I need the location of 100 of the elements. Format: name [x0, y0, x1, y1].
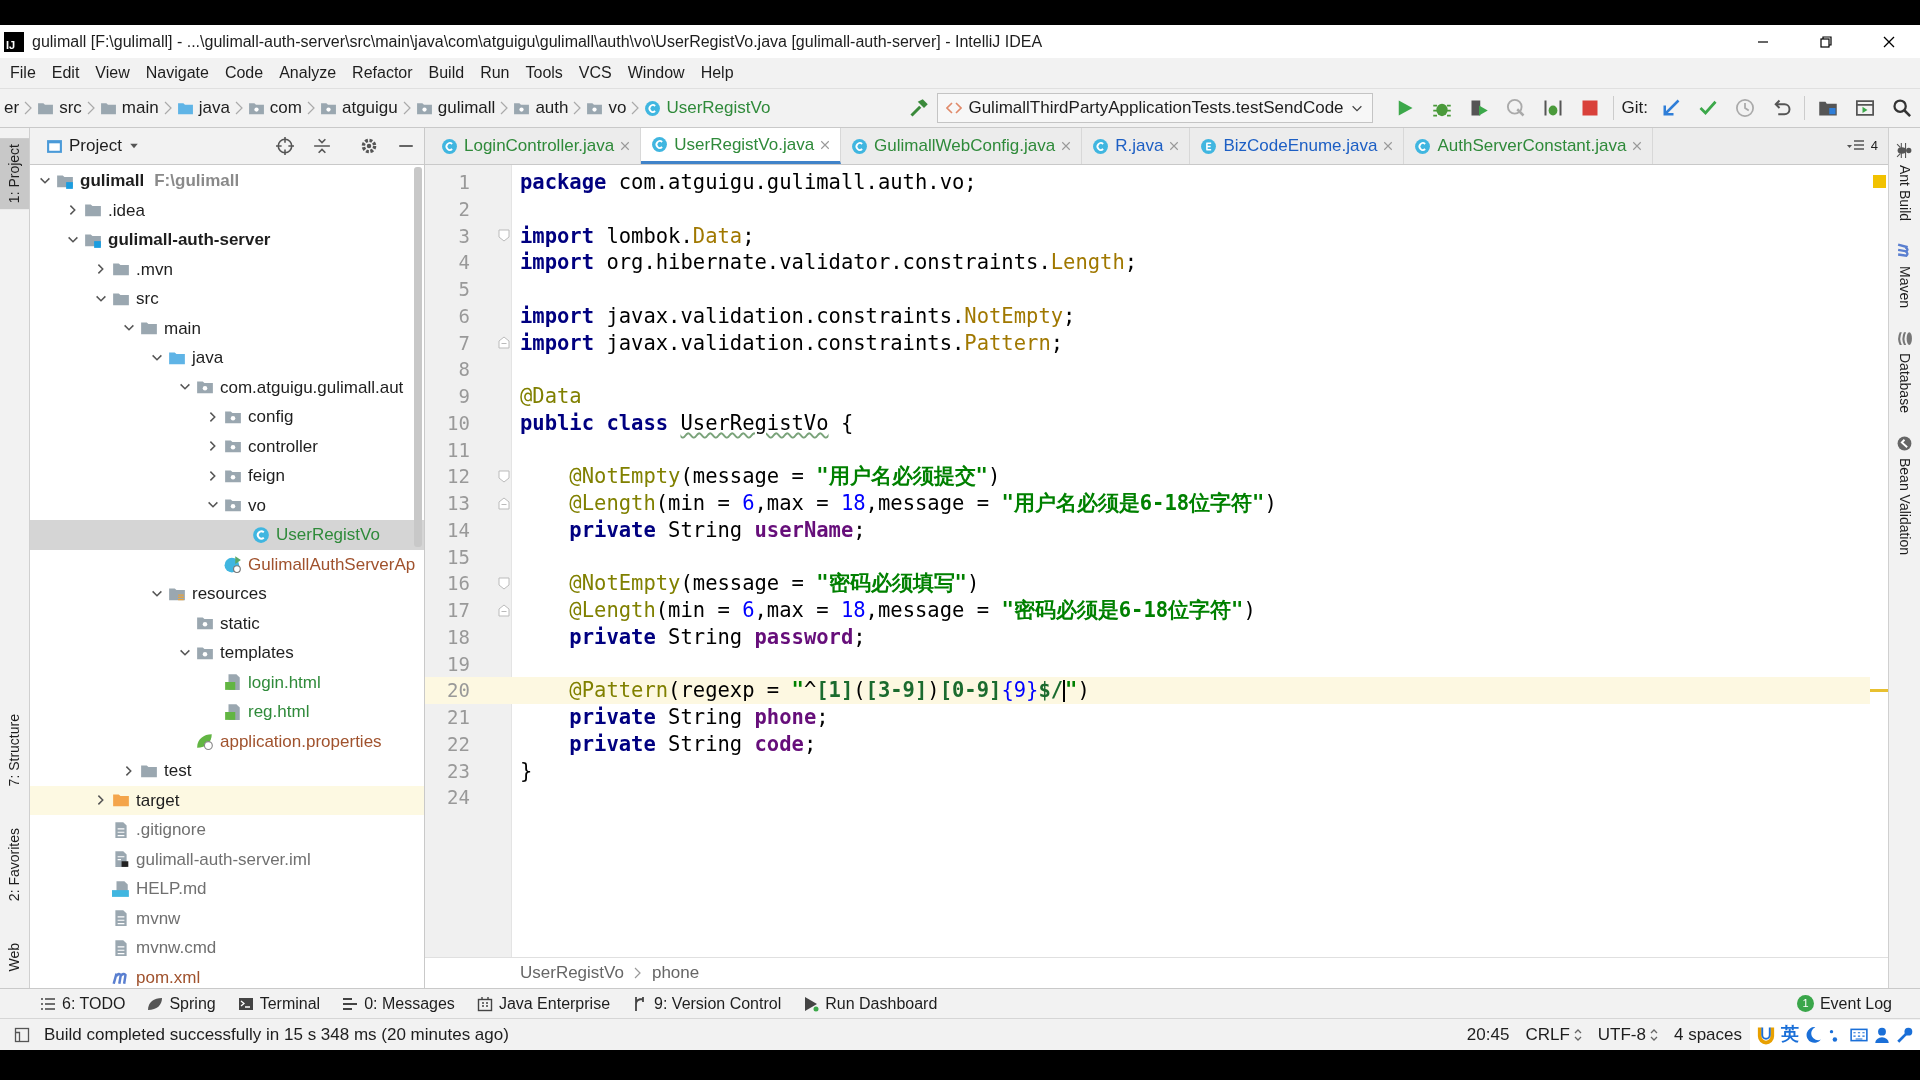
status-widget[interactable]: UTF-8: [1589, 1021, 1666, 1048]
menu-item[interactable]: Navigate: [137, 61, 217, 85]
tool-window-tab[interactable]: Bean Validation: [1894, 435, 1915, 556]
editor-tab[interactable]: AuthServerConstant.java: [1404, 128, 1654, 164]
attach-icon[interactable]: [1543, 98, 1564, 118]
tool-window-tab[interactable]: 7: Structure: [0, 707, 29, 793]
tree-item[interactable]: login.html: [30, 667, 424, 697]
editor-tab[interactable]: BizCodeEnume.java: [1190, 128, 1405, 164]
menu-item[interactable]: View: [87, 61, 138, 85]
panel-toggle-icon[interactable]: [14, 1026, 30, 1043]
tree-item[interactable]: feign: [30, 461, 424, 491]
checkmark-icon[interactable]: [1697, 98, 1718, 118]
breadcrumb-item[interactable]: UserRegistVo: [520, 960, 624, 986]
status-widget[interactable]: 20:45: [1458, 1021, 1518, 1048]
collapse-icon[interactable]: [312, 137, 331, 155]
tree-item[interactable]: resources: [30, 579, 424, 609]
tool-window-tab[interactable]: Ant Build: [1894, 142, 1915, 222]
editor-tab[interactable]: GulimallWebConfig.java: [841, 128, 1083, 164]
tree-item[interactable]: gulimall F:\gulimall: [30, 166, 424, 196]
tree-item[interactable]: static: [30, 608, 424, 638]
person-icon[interactable]: [1873, 1025, 1891, 1044]
tree-item[interactable]: com.atguigu.gulimall.aut: [30, 372, 424, 402]
tool-window-tab[interactable]: 1: Project: [0, 138, 29, 210]
tree-item[interactable]: mvnw: [30, 903, 424, 933]
tree-item[interactable]: test: [30, 756, 424, 786]
breadcrumb-item[interactable]: main: [95, 95, 163, 121]
tool-window-button[interactable]: Java Enterprise: [476, 991, 611, 1016]
menu-item[interactable]: VCS: [570, 61, 620, 85]
tool-window-tab[interactable]: 2: Favorites: [0, 822, 29, 908]
warning-marker[interactable]: [1873, 175, 1886, 188]
menu-item[interactable]: Tools: [517, 61, 571, 85]
menu-item[interactable]: File: [2, 61, 44, 85]
breadcrumb-item[interactable]: UserRegistVo: [640, 95, 775, 121]
breadcrumb-item[interactable]: phone: [651, 960, 700, 986]
tool-window-tab[interactable]: Maven: [1894, 243, 1915, 309]
breadcrumb-item[interactable]: gulimall: [411, 95, 500, 121]
tree-item[interactable]: application.properties: [30, 726, 424, 756]
tool-window-button[interactable]: 9: Version Control: [632, 991, 782, 1016]
tool-window-button[interactable]: 0: Messages: [342, 991, 455, 1016]
tree-item[interactable]: .gitignore: [30, 815, 424, 845]
tree-item[interactable]: mvnw.cmd: [30, 933, 424, 963]
tab-list-button[interactable]: 4: [1836, 128, 1888, 164]
tool-window-tab[interactable]: Web: [0, 937, 29, 978]
editor-tab[interactable]: R.java: [1082, 128, 1191, 164]
tree-item[interactable]: .mvn: [30, 254, 424, 284]
panel-title-dropdown[interactable]: Project: [42, 133, 144, 159]
tool-window-button[interactable]: 6: TODO: [40, 991, 126, 1016]
tree-item[interactable]: java: [30, 343, 424, 373]
tree-item[interactable]: pom.xml: [30, 962, 424, 988]
frame-icon[interactable]: [1854, 98, 1875, 118]
settings-icon[interactable]: [359, 137, 378, 155]
editor-tab[interactable]: UserRegistVo.java: [641, 128, 842, 164]
hammer-icon[interactable]: [908, 98, 929, 118]
menu-item[interactable]: Run: [472, 61, 518, 85]
tree-item[interactable]: gulimall-auth-server: [30, 225, 424, 255]
coverage-icon[interactable]: [1469, 98, 1490, 118]
menu-item[interactable]: Code: [216, 61, 272, 85]
tree-item[interactable]: reg.html: [30, 697, 424, 727]
tool-window-tab[interactable]: Database: [1894, 330, 1915, 413]
tree-item[interactable]: src: [30, 284, 424, 314]
breadcrumb-item[interactable]: vo: [582, 95, 631, 121]
line-marker[interactable]: [1870, 689, 1888, 693]
tree-item[interactable]: vo: [30, 490, 424, 520]
scrollbar-thumb[interactable]: [414, 167, 422, 547]
search-icon[interactable]: [1891, 98, 1912, 118]
tree-item[interactable]: main: [30, 313, 424, 343]
breadcrumb-item[interactable]: java: [172, 95, 234, 121]
tool-window-button[interactable]: Spring: [147, 991, 216, 1016]
tree-item[interactable]: config: [30, 402, 424, 432]
menu-item[interactable]: Help: [692, 61, 742, 85]
menu-item[interactable]: Edit: [43, 61, 88, 85]
stop-icon[interactable]: [1580, 98, 1601, 118]
tool-window-button[interactable]: 1 Event Log: [1796, 991, 1892, 1016]
tree-item[interactable]: controller: [30, 431, 424, 461]
tree-item[interactable]: gulimall-auth-server.iml: [30, 844, 424, 874]
tool-window-button[interactable]: Run Dashboard: [803, 991, 938, 1016]
run-configuration-dropdown[interactable]: GulimallThirdPartyApplicationTests.testSendCode: [937, 93, 1373, 123]
ime-mode[interactable]: 英: [1781, 1021, 1799, 1048]
breadcrumb-item[interactable]: auth: [509, 95, 573, 121]
breadcrumb-item[interactable]: com: [243, 95, 306, 121]
tree-item[interactable]: .idea: [30, 195, 424, 225]
restore-icon[interactable]: [1817, 33, 1834, 50]
breadcrumb-item[interactable]: atguigu: [315, 95, 402, 121]
breadcrumb-item[interactable]: er: [0, 95, 24, 121]
tree-item[interactable]: GulimallAuthServerAp: [30, 549, 424, 579]
moon-icon[interactable]: [1804, 1025, 1822, 1044]
breadcrumb-item[interactable]: src: [33, 95, 86, 121]
menu-item[interactable]: Analyze: [271, 61, 345, 85]
wrench-icon[interactable]: [1896, 1025, 1914, 1044]
menu-item[interactable]: Window: [619, 61, 693, 85]
tool-window-button[interactable]: Terminal: [237, 991, 321, 1016]
locate-icon[interactable]: [275, 137, 294, 155]
status-widget[interactable]: 4 spaces: [1665, 1021, 1750, 1048]
menu-item[interactable]: Build: [420, 61, 473, 85]
tree-item[interactable]: target: [30, 785, 424, 815]
status-widget[interactable]: CRLF: [1517, 1021, 1590, 1048]
code-line: private String userName;: [568, 516, 866, 544]
tree-item[interactable]: HELP.md: [30, 874, 424, 904]
tree-item[interactable]: templates: [30, 638, 424, 668]
menu-item[interactable]: Refactor: [344, 61, 421, 85]
